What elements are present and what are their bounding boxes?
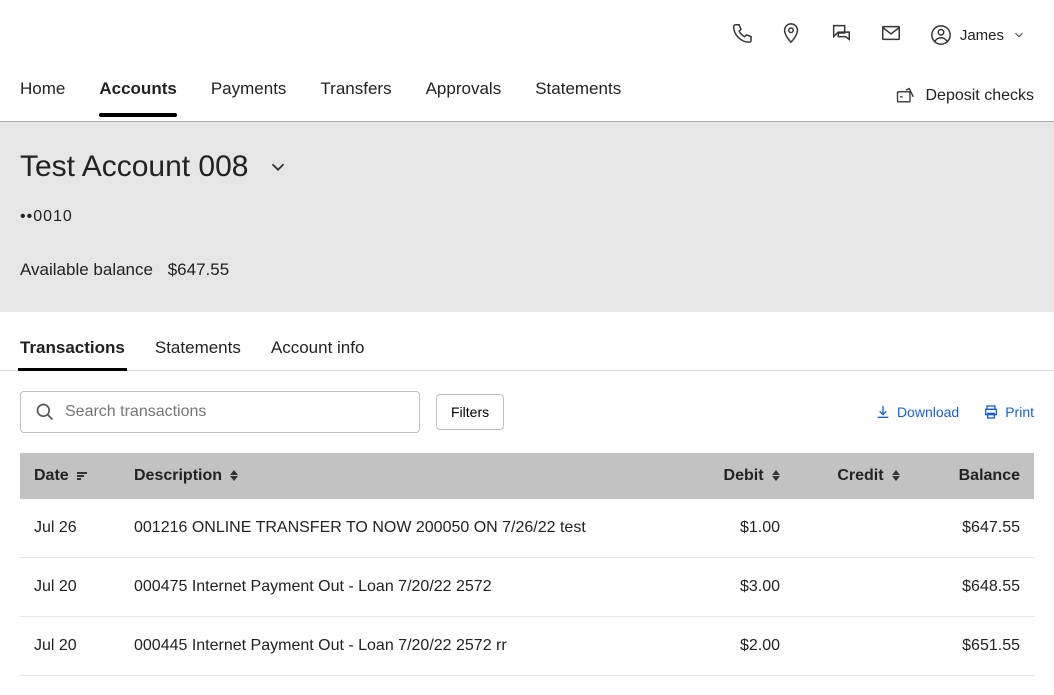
th-balance[interactable]: Balance	[900, 467, 1020, 485]
account-masked-number: ••0010	[20, 208, 1034, 226]
cell-debit: $1.00	[660, 519, 780, 537]
sort-icon	[230, 470, 238, 481]
deposit-checks-label: Deposit checks	[926, 87, 1035, 105]
transactions-toolbar: Filters Download Print	[0, 371, 1054, 453]
cell-debit: $3.00	[660, 578, 780, 596]
transactions-table: Date Description Debit Credit Balance Ju…	[20, 453, 1034, 676]
table-row[interactable]: Jul 20 000445 Internet Payment Out - Loa…	[20, 617, 1034, 676]
account-subtabs: Transactions Statements Account info	[0, 312, 1054, 371]
available-balance-label: Available balance	[20, 260, 153, 279]
nav-home[interactable]: Home	[20, 79, 65, 113]
sort-icon	[892, 470, 900, 481]
deposit-check-icon	[894, 86, 916, 106]
cell-date: Jul 26	[34, 519, 134, 537]
th-debit[interactable]: Debit	[660, 467, 780, 485]
cell-balance: $651.55	[900, 637, 1020, 655]
user-avatar-icon	[930, 24, 952, 46]
topbar: James	[0, 0, 1054, 70]
print-label: Print	[1005, 404, 1034, 420]
print-icon	[983, 404, 999, 420]
account-name: Test Account 008	[20, 150, 249, 184]
print-link[interactable]: Print	[983, 404, 1034, 420]
table-header-row: Date Description Debit Credit Balance	[20, 453, 1034, 499]
th-credit[interactable]: Credit	[780, 467, 900, 485]
nav-statements[interactable]: Statements	[535, 79, 621, 113]
search-icon	[35, 402, 55, 422]
nav-transfers[interactable]: Transfers	[320, 79, 391, 113]
mail-icon[interactable]	[880, 22, 902, 49]
available-balance: Available balance $647.55	[20, 260, 1034, 280]
user-name: James	[960, 27, 1004, 44]
table-row[interactable]: Jul 26 001216 ONLINE TRANSFER TO NOW 200…	[20, 499, 1034, 558]
nav-approvals[interactable]: Approvals	[426, 79, 502, 113]
tab-transactions[interactable]: Transactions	[20, 338, 125, 370]
filters-button[interactable]: Filters	[436, 394, 504, 430]
deposit-checks-button[interactable]: Deposit checks	[894, 86, 1035, 106]
cell-credit	[780, 637, 900, 655]
tab-statements[interactable]: Statements	[155, 338, 241, 370]
cell-debit: $2.00	[660, 637, 780, 655]
cell-description: 000445 Internet Payment Out - Loan 7/20/…	[134, 637, 660, 655]
nav-accounts[interactable]: Accounts	[99, 79, 176, 113]
cell-balance: $648.55	[900, 578, 1020, 596]
nav-payments[interactable]: Payments	[211, 79, 287, 113]
search-input[interactable]	[65, 403, 405, 421]
chat-icon[interactable]	[830, 22, 852, 49]
main-nav: Home Accounts Payments Transfers Approva…	[0, 70, 1054, 122]
account-selector[interactable]: Test Account 008	[20, 150, 1034, 184]
phone-icon[interactable]	[730, 22, 752, 49]
chevron-down-icon	[267, 156, 289, 178]
account-hero: Test Account 008 ••0010 Available balanc…	[0, 122, 1054, 312]
chevron-down-icon	[1012, 28, 1026, 42]
available-balance-value: $647.55	[168, 260, 229, 279]
sort-desc-icon	[77, 472, 87, 480]
cell-date: Jul 20	[34, 578, 134, 596]
cell-credit	[780, 519, 900, 537]
table-row[interactable]: Jul 20 000475 Internet Payment Out - Loa…	[20, 558, 1034, 617]
cell-credit	[780, 578, 900, 596]
th-description[interactable]: Description	[134, 467, 660, 485]
cell-description: 000475 Internet Payment Out - Loan 7/20/…	[134, 578, 660, 596]
user-menu[interactable]: James	[930, 24, 1026, 46]
cell-balance: $647.55	[900, 519, 1020, 537]
th-date[interactable]: Date	[34, 467, 134, 485]
download-icon	[875, 404, 891, 420]
download-label: Download	[897, 404, 959, 420]
cell-description: 001216 ONLINE TRANSFER TO NOW 200050 ON …	[134, 519, 660, 537]
cell-date: Jul 20	[34, 637, 134, 655]
sort-icon	[772, 470, 780, 481]
location-pin-icon[interactable]	[780, 22, 802, 49]
tab-account-info[interactable]: Account info	[271, 338, 365, 370]
search-field-wrapper[interactable]	[20, 391, 420, 433]
download-link[interactable]: Download	[875, 404, 959, 420]
